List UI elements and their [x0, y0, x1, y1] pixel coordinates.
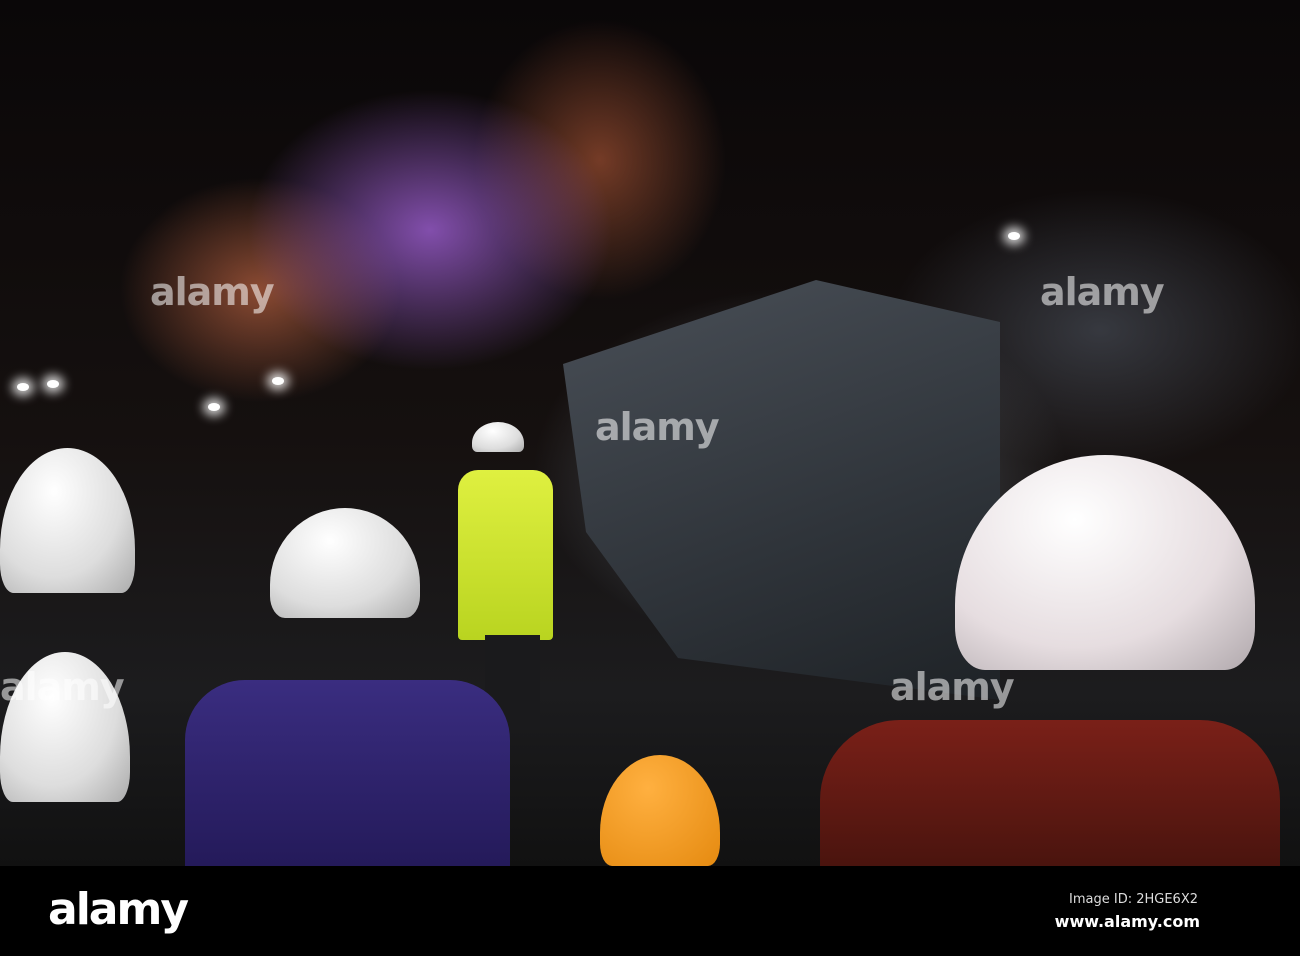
watermark: alamy	[595, 405, 720, 449]
watermark: alamy	[1040, 270, 1165, 314]
child-orange-helmet	[600, 755, 720, 866]
footer-bar: alamy Image ID: 2HGE6X2 www.alamy.com	[0, 866, 1300, 956]
slate-pile	[563, 280, 1000, 700]
visitor-purple-jacket	[185, 680, 510, 866]
headlamp-light	[47, 380, 59, 388]
watermark: alamy	[0, 665, 125, 709]
guide-helmet	[472, 422, 524, 452]
headlamp-light	[208, 403, 220, 411]
headlamp-light	[17, 383, 29, 391]
photo: alamy alamy alamy alamy alamy	[0, 0, 1300, 866]
visitor-helmet	[270, 508, 420, 618]
image-id: Image ID: 2HGE6X2	[1069, 892, 1198, 907]
alamy-logo: alamy	[48, 884, 189, 935]
site-url: www.alamy.com	[1054, 912, 1200, 931]
guide-jacket	[458, 470, 553, 640]
headlamp-light	[1008, 232, 1020, 240]
headlamp-light	[272, 377, 284, 385]
visitor-helmet	[955, 455, 1255, 670]
visitor-red-jacket	[820, 720, 1280, 866]
watermark: alamy	[890, 665, 1015, 709]
watermark: alamy	[150, 270, 275, 314]
visitor-helmet	[0, 448, 135, 593]
